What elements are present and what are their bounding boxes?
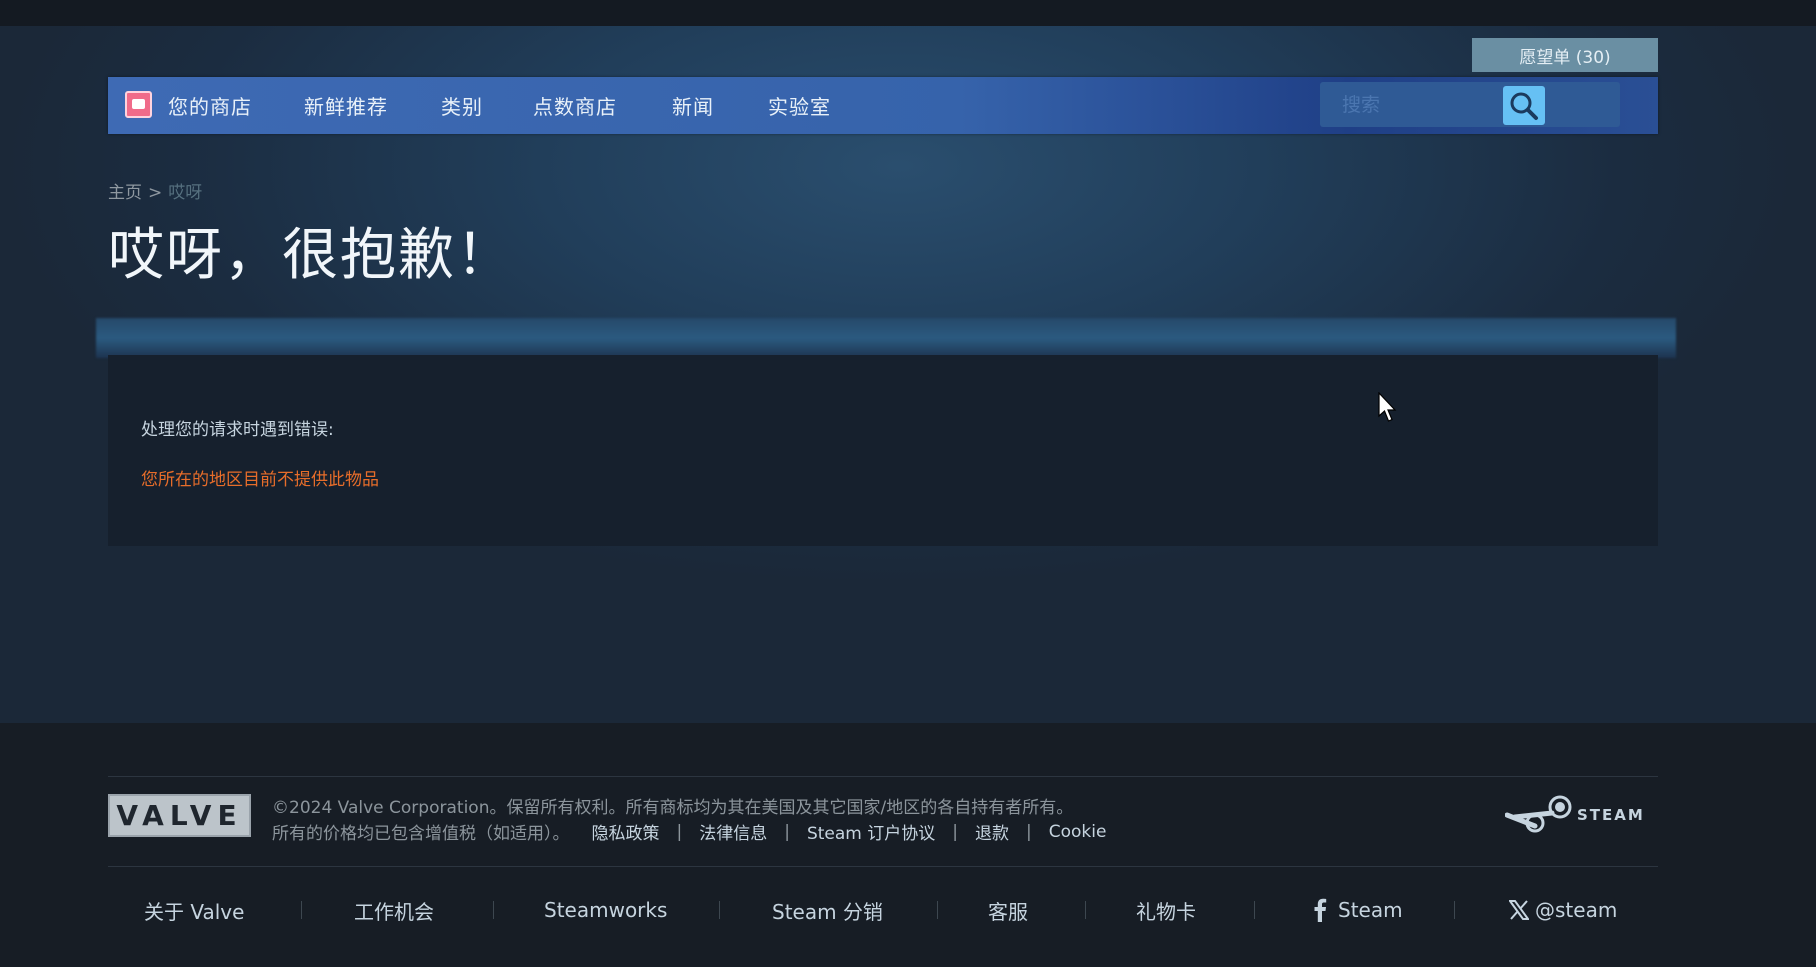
legal-links-row: 所有的价格均已包含增值税（如适用）。 隐私政策 | 法律信息 | Steam 订… <box>272 819 1107 845</box>
link-separator: | <box>784 821 790 842</box>
search-button[interactable] <box>1503 86 1545 125</box>
link-separator: | <box>676 821 683 842</box>
footer-links: 关于 Valve 工作机会 Steamworks Steam 分销 客服 礼物卡… <box>108 880 1658 940</box>
footer-separator <box>1085 901 1086 919</box>
nav-new-noteworthy[interactable]: 新鲜推荐 <box>304 77 388 134</box>
x-icon <box>1509 900 1529 920</box>
breadcrumb-separator: > <box>148 183 163 203</box>
footer-link-gift-cards[interactable]: 礼物卡 <box>1136 880 1196 940</box>
footer-separator <box>1454 901 1455 919</box>
nav-your-store[interactable]: 您的商店 <box>168 77 252 134</box>
footer-divider-bottom <box>108 866 1658 867</box>
footer-separator <box>1254 901 1255 919</box>
privacy-policy-link[interactable]: 隐私政策 <box>592 819 660 844</box>
footer-link-facebook[interactable]: Steam <box>1312 880 1403 940</box>
footer-link-steamworks[interactable]: Steamworks <box>544 880 667 940</box>
footer-link-distribution[interactable]: Steam 分销 <box>772 880 883 940</box>
steam-logo[interactable]: STEAM <box>1505 793 1645 837</box>
breadcrumb-current: 哎呀 <box>168 183 203 203</box>
valve-logo[interactable]: VALVE <box>108 794 251 837</box>
error-message: 您所在的地区目前不提供此物品 <box>141 470 379 490</box>
link-separator: | <box>952 821 958 842</box>
facebook-icon <box>1314 898 1327 922</box>
legal-info-link[interactable]: 法律信息 <box>699 819 767 844</box>
copyright-text: ©2024 Valve Corporation。保留所有权利。所有商标均为其在美… <box>272 798 1074 818</box>
refunds-link[interactable]: 退款 <box>975 819 1009 844</box>
divider-band <box>96 318 1676 358</box>
mouse-cursor-icon <box>1378 392 1397 422</box>
breadcrumb-home[interactable]: 主页 <box>108 183 142 203</box>
nav-news[interactable]: 新闻 <box>672 77 714 134</box>
wishlist-button[interactable]: 愿望单 (30) <box>1472 38 1658 72</box>
footer-link-x[interactable]: @steam <box>1509 880 1617 940</box>
footer-link-support[interactable]: 客服 <box>988 880 1028 940</box>
top-bar <box>0 0 1816 26</box>
steam-logo-text: STEAM <box>1577 806 1645 824</box>
store-nav-bar: 您的商店 新鲜推荐 类别 点数商店 新闻 实验室 <box>108 77 1658 134</box>
link-separator: | <box>1026 821 1032 842</box>
search-icon <box>1510 92 1538 120</box>
store-avatar-icon[interactable] <box>125 91 152 118</box>
footer-separator <box>937 901 938 919</box>
page-title: 哎呀，很抱歉！ <box>108 223 514 288</box>
footer-separator <box>301 901 302 919</box>
error-label: 处理您的请求时遇到错误: <box>141 420 334 440</box>
breadcrumb: 主页 > 哎呀 <box>108 178 202 203</box>
nav-labs[interactable]: 实验室 <box>768 77 831 134</box>
footer-separator <box>493 901 494 919</box>
facebook-link-label: Steam <box>1338 898 1403 922</box>
x-link-label: @steam <box>1535 898 1618 922</box>
footer-separator <box>719 901 720 919</box>
cookie-link[interactable]: Cookie <box>1049 822 1107 842</box>
footer-link-about-valve[interactable]: 关于 Valve <box>144 880 244 940</box>
footer-link-jobs[interactable]: 工作机会 <box>354 880 434 940</box>
nav-points-shop[interactable]: 点数商店 <box>533 77 617 134</box>
subscriber-agreement-link[interactable]: Steam 订户协议 <box>807 819 935 844</box>
search-box <box>1320 82 1620 127</box>
nav-categories[interactable]: 类别 <box>441 77 483 134</box>
footer-divider-top <box>108 776 1658 777</box>
error-panel: 处理您的请求时遇到错误: 您所在的地区目前不提供此物品 <box>108 355 1658 546</box>
vat-note: 所有的价格均已包含增值税（如适用）。 <box>272 824 570 844</box>
steam-logo-icon <box>1505 795 1572 833</box>
